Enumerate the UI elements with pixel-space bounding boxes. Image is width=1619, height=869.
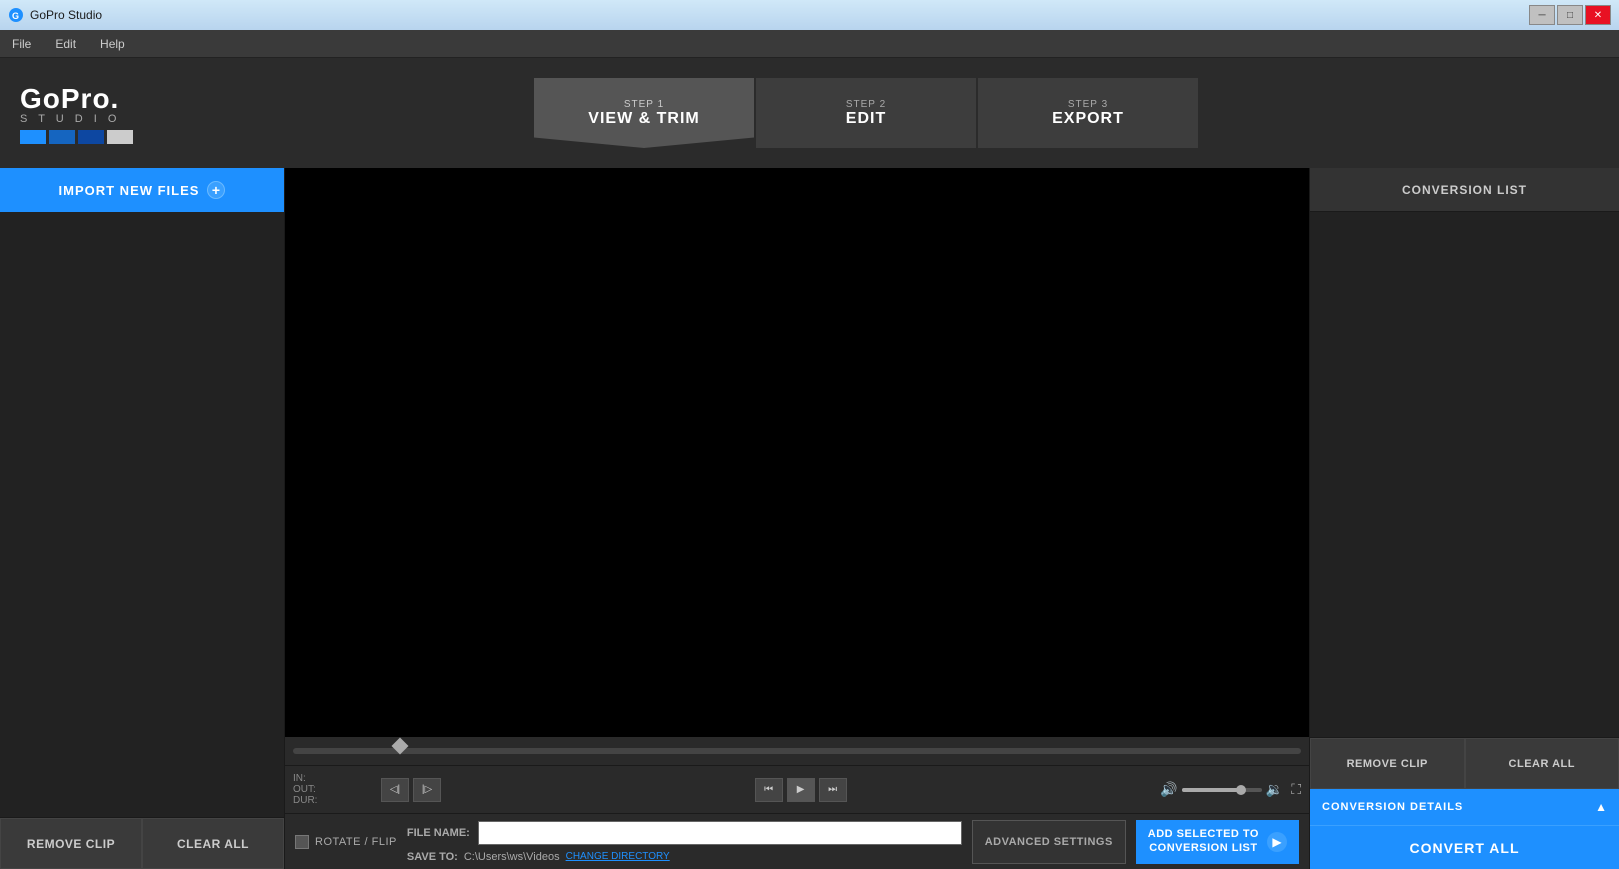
volume-fill (1182, 788, 1238, 792)
step-tab-2[interactable]: STEP 2 EDIT (756, 78, 976, 148)
close-button[interactable]: ✕ (1585, 5, 1611, 25)
conversion-details-label: CONVERSION DETAILS (1322, 801, 1463, 813)
controls-area: IN: OUT: DUR: ◁| |▷ ⏮ ▶ ⏭ 🔊 🔉 (285, 765, 1309, 813)
step3-label: STEP 3 (1068, 99, 1108, 110)
top-area: GoPro. S T U D I O STEP 1 VIEW & TRIM ST… (0, 58, 1619, 168)
logo-subtitle: S T U D I O (20, 113, 120, 125)
file-list (0, 212, 284, 817)
chevron-up-icon: ▲ (1595, 800, 1607, 814)
rotate-flip-label: ROTATE / FLIP (315, 836, 397, 848)
main-layout: IMPORT NEW FILES + REMOVE CLIP CLEAR ALL… (0, 168, 1619, 869)
timeline-area[interactable] (285, 737, 1309, 765)
right-remove-clip-button[interactable]: REMOVE CLIP (1310, 738, 1465, 789)
in-label: IN: (293, 773, 373, 784)
app-icon: G (8, 7, 24, 23)
title-bar-controls: ─ □ ✕ (1529, 5, 1611, 25)
playback-controls: ⏮ ▶ ⏭ (449, 778, 1152, 802)
timeline-track[interactable] (293, 748, 1301, 754)
import-new-files-button[interactable]: IMPORT NEW FILES + (0, 168, 284, 212)
rotate-flip-area: ROTATE / FLIP (295, 835, 397, 849)
trim-controls: ◁| |▷ (381, 778, 441, 802)
filename-input[interactable] (478, 821, 962, 845)
conversion-list-header: CONVERSION LIST (1310, 168, 1619, 212)
right-action-bar: REMOVE CLIP CLEAR ALL (1310, 737, 1619, 789)
left-clear-all-button[interactable]: CLEAR ALL (142, 818, 284, 869)
logo-block-1 (20, 130, 46, 144)
steps-area: STEP 1 VIEW & TRIM STEP 2 EDIT STEP 3 EX… (133, 78, 1599, 148)
logo-area: GoPro. S T U D I O (20, 83, 133, 144)
filename-label: FILE NAME: (407, 827, 470, 839)
left-bottom-bar: REMOVE CLIP CLEAR ALL (0, 817, 284, 869)
conversion-list-content (1310, 212, 1619, 737)
left-remove-clip-button[interactable]: REMOVE CLIP (0, 818, 142, 869)
import-btn-label: IMPORT NEW FILES (59, 183, 200, 198)
step2-name: EDIT (846, 110, 886, 128)
dur-label: DUR: (293, 795, 373, 806)
fullscreen-button[interactable]: ⛶ (1291, 781, 1301, 798)
menu-edit[interactable]: Edit (51, 35, 80, 53)
out-label: OUT: (293, 784, 373, 795)
svg-text:G: G (12, 11, 19, 21)
step1-label: STEP 1 (624, 99, 664, 110)
advanced-settings-button[interactable]: ADVANCED SETTINGS (972, 820, 1126, 864)
convert-all-button[interactable]: CONVERT ALL (1310, 825, 1619, 869)
next-frame-button[interactable]: ⏭ (819, 778, 847, 802)
title-bar-text: GoPro Studio (30, 8, 1523, 22)
volume-icon: 🔊 (1160, 781, 1177, 798)
rotate-flip-checkbox[interactable] (295, 835, 309, 849)
bottom-controls: ROTATE / FLIP FILE NAME: SAVE TO: C:\Use… (285, 813, 1309, 869)
minimize-button[interactable]: ─ (1529, 5, 1555, 25)
saveto-path: C:\Users\ws\Videos (464, 851, 560, 863)
menu-bar: File Edit Help (0, 30, 1619, 58)
left-panel: IMPORT NEW FILES + REMOVE CLIP CLEAR ALL (0, 168, 285, 869)
prev-frame-button[interactable]: ⏮ (755, 778, 783, 802)
menu-help[interactable]: Help (96, 35, 129, 53)
change-directory-button[interactable]: CHANGE DIRECTORY (566, 851, 670, 862)
plus-icon: + (207, 181, 225, 199)
logo-block-2 (49, 130, 75, 144)
step2-label: STEP 2 (846, 99, 886, 110)
logo-block-4 (107, 130, 133, 144)
video-area (285, 168, 1309, 737)
play-button[interactable]: ▶ (787, 778, 815, 802)
in-point-button[interactable]: ◁| (381, 778, 409, 802)
right-clear-all-button[interactable]: CLEAR ALL (1465, 738, 1619, 789)
volume-slider[interactable] (1182, 788, 1262, 792)
advanced-settings-label: ADVANCED SETTINGS (985, 836, 1113, 848)
right-panel: CONVERSION LIST REMOVE CLIP CLEAR ALL CO… (1309, 168, 1619, 869)
add-selected-to-conversion-button[interactable]: ADD SELECTED TO CONVERSION LIST ▶ (1136, 820, 1299, 864)
step1-name: VIEW & TRIM (588, 110, 699, 128)
time-info: IN: OUT: DUR: (293, 773, 373, 806)
menu-file[interactable]: File (8, 35, 35, 53)
title-bar: G GoPro Studio ─ □ ✕ (0, 0, 1619, 30)
add-arrow-icon: ▶ (1267, 832, 1287, 852)
volume-area: 🔊 🔉 (1160, 781, 1283, 798)
conversion-details-bar[interactable]: CONVERSION DETAILS ▲ (1310, 789, 1619, 825)
volume-handle (1236, 785, 1246, 795)
logo-blocks (20, 130, 133, 144)
step3-name: EXPORT (1052, 110, 1124, 128)
add-selected-line1: ADD SELECTED TO (1148, 828, 1259, 841)
out-point-button[interactable]: |▷ (413, 778, 441, 802)
convert-all-label: CONVERT ALL (1409, 840, 1519, 856)
conversion-list-title: CONVERSION LIST (1402, 183, 1527, 197)
logo-block-3 (78, 130, 104, 144)
center-panel: IN: OUT: DUR: ◁| |▷ ⏮ ▶ ⏭ 🔊 🔉 (285, 168, 1309, 869)
logo-text: GoPro. (20, 83, 119, 115)
filename-area: FILE NAME: SAVE TO: C:\Users\ws\Videos C… (407, 821, 962, 863)
maximize-button[interactable]: □ (1557, 5, 1583, 25)
step-tab-3[interactable]: STEP 3 EXPORT (978, 78, 1198, 148)
add-selected-line2: CONVERSION LIST (1149, 842, 1257, 855)
timeline-marker (391, 738, 408, 755)
step-tab-1[interactable]: STEP 1 VIEW & TRIM (534, 78, 754, 148)
volume-max-icon: 🔉 (1266, 781, 1283, 798)
saveto-label: SAVE TO: (407, 851, 458, 863)
